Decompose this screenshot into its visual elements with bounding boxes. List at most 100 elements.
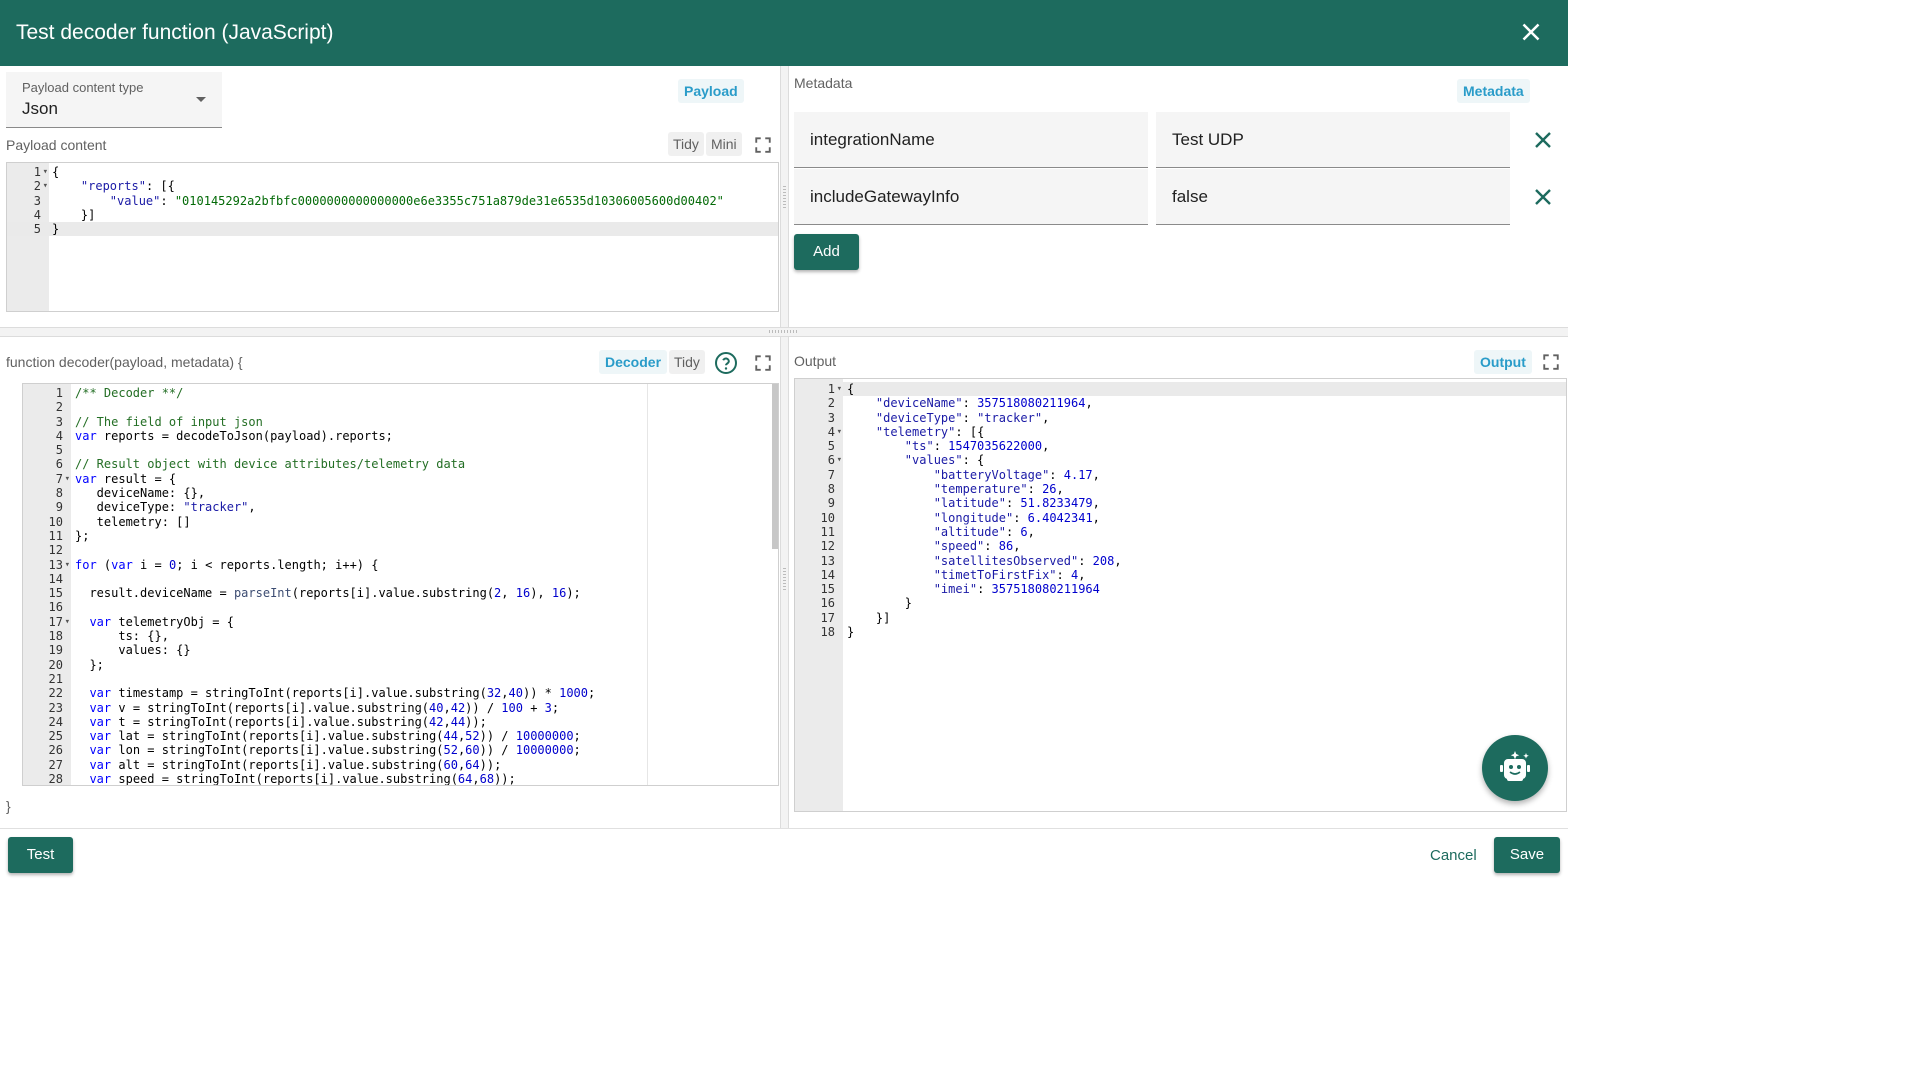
line-number: 3 bbox=[33, 193, 41, 208]
line-number: 9 bbox=[55, 500, 63, 515]
decoder-editor[interactable]: 1234567891011121314151617181920212223242… bbox=[22, 383, 779, 786]
output-editor[interactable]: 123456789101112131415161718 { "deviceNam… bbox=[794, 378, 1567, 812]
line-number: 27 bbox=[48, 757, 63, 772]
cancel-button[interactable]: Cancel bbox=[1430, 847, 1477, 864]
line-number: 5 bbox=[33, 222, 41, 237]
line-number: 22 bbox=[48, 686, 63, 701]
code-line: { bbox=[52, 165, 60, 179]
code-line: var t = stringToInt(reports[i].value.sub… bbox=[89, 714, 487, 729]
help-icon[interactable] bbox=[712, 349, 740, 377]
payload-editor[interactable]: 12345 { "reports": [{ "value": "01014529… bbox=[6, 162, 779, 312]
splitter-grip[interactable] bbox=[783, 568, 786, 592]
code-line: var lon = stringToInt(reports[i].value.s… bbox=[89, 743, 581, 758]
line-number: 8 bbox=[827, 482, 835, 497]
line-number: 12 bbox=[820, 539, 835, 554]
line-number: 16 bbox=[48, 600, 63, 615]
code-line: /** Decoder **/ bbox=[75, 386, 184, 400]
line-number: 4 bbox=[33, 207, 41, 222]
vertical-splitter[interactable] bbox=[780, 66, 789, 828]
code-line: "reports": [{ bbox=[80, 179, 175, 194]
code-line: "imei": 357518080211964 bbox=[933, 582, 1100, 597]
tidy-button[interactable]: Tidy bbox=[668, 132, 704, 156]
line-number: 2 bbox=[55, 400, 63, 415]
line-number: 3 bbox=[827, 410, 835, 425]
code-line: }] bbox=[52, 207, 96, 222]
code-line: }; bbox=[75, 528, 90, 543]
code-line: } bbox=[847, 625, 855, 640]
ai-assistant-button[interactable] bbox=[1482, 735, 1548, 801]
fullscreen-icon[interactable] bbox=[749, 131, 777, 159]
code-line: "ts": 1547035622000, bbox=[904, 439, 1050, 454]
line-number: 17 bbox=[820, 610, 835, 625]
line-number: 7 bbox=[23, 472, 71, 487]
code-line: "value": "010145292a2bfbfc00000000000000… bbox=[109, 193, 724, 208]
line-number: 21 bbox=[48, 671, 63, 686]
metadata-key-input[interactable]: integrationName bbox=[794, 112, 1148, 168]
code-line: var reports = decodeToJson(payload).repo… bbox=[75, 428, 393, 443]
line-number: 13 bbox=[820, 553, 835, 568]
line-number: 2 bbox=[827, 396, 835, 411]
line-number: 19 bbox=[48, 643, 63, 658]
line-number: 13 bbox=[23, 558, 71, 573]
code-line: var result = { bbox=[75, 471, 177, 486]
line-number: 5 bbox=[827, 439, 835, 454]
mini-button[interactable]: Mini bbox=[706, 132, 742, 156]
splitter-grip[interactable] bbox=[783, 186, 786, 210]
test-button[interactable]: Test bbox=[8, 837, 73, 873]
metadata-value-input[interactable]: Test UDP bbox=[1156, 112, 1510, 168]
line-number: 17 bbox=[23, 615, 71, 630]
code-line: "latitude": 51.8233479, bbox=[933, 496, 1100, 511]
editor-scrollbar[interactable] bbox=[772, 384, 778, 549]
add-metadata-button[interactable]: Add bbox=[794, 234, 859, 270]
line-number: 23 bbox=[48, 700, 63, 715]
splitter-grip[interactable] bbox=[769, 330, 799, 333]
code-line: "timetToFirstFix": 4, bbox=[933, 567, 1086, 582]
fullscreen-icon[interactable] bbox=[749, 349, 777, 377]
code-line: } bbox=[52, 222, 60, 237]
code-line: }] bbox=[847, 610, 891, 625]
code-line: values: {} bbox=[75, 643, 191, 658]
metadata-value-input[interactable]: false bbox=[1156, 169, 1510, 225]
line-number: 1 bbox=[55, 386, 63, 400]
code-line: var lat = stringToInt(reports[i].value.s… bbox=[89, 729, 581, 744]
line-number: 14 bbox=[48, 571, 63, 586]
payload-chip: Payload bbox=[678, 79, 744, 103]
delete-icon[interactable] bbox=[1531, 128, 1555, 152]
line-number: 8 bbox=[55, 486, 63, 501]
delete-icon[interactable] bbox=[1531, 185, 1555, 209]
chevron-down-icon bbox=[196, 97, 206, 102]
code-line: var v = stringToInt(reports[i].value.sub… bbox=[89, 700, 560, 715]
line-number: 10 bbox=[48, 514, 63, 529]
code-line: var timestamp = stringToInt(reports[i].v… bbox=[89, 686, 596, 701]
decoder-code[interactable]: /** Decoder **/ // The field of input js… bbox=[75, 384, 596, 786]
line-number: 24 bbox=[48, 714, 63, 729]
payload-content-type-select[interactable]: Payload content type Json bbox=[6, 72, 222, 128]
code-line: "longitude": 6.4042341, bbox=[933, 510, 1100, 525]
code-line: deviceName: {}, bbox=[75, 486, 206, 501]
code-line: "telemetry": [{ bbox=[875, 424, 985, 439]
close-icon[interactable] bbox=[1516, 17, 1548, 49]
code-line: "deviceName": 357518080211964, bbox=[875, 396, 1093, 411]
line-number: 28 bbox=[48, 772, 63, 786]
save-button[interactable]: Save bbox=[1494, 837, 1560, 873]
fullscreen-icon[interactable] bbox=[1537, 348, 1565, 376]
code-line: // The field of input json bbox=[75, 414, 263, 429]
code-line: "speed": 86, bbox=[933, 539, 1021, 554]
line-number: 4 bbox=[795, 425, 843, 440]
code-line: var speed = stringToInt(reports[i].value… bbox=[89, 772, 516, 786]
line-number: 18 bbox=[820, 625, 835, 640]
code-line: ts: {}, bbox=[75, 629, 169, 644]
tidy-button[interactable]: Tidy bbox=[669, 350, 705, 374]
output-code[interactable]: { "deviceName": 357518080211964, "device… bbox=[847, 379, 1122, 639]
payload-content-label: Payload content bbox=[6, 137, 107, 153]
print-margin bbox=[647, 384, 648, 785]
decoder-chip: Decoder bbox=[599, 350, 668, 374]
payload-code[interactable]: { "reports": [{ "value": "010145292a2bfb… bbox=[52, 163, 724, 236]
line-number: 12 bbox=[48, 543, 63, 558]
metadata-key-input[interactable]: includeGatewayInfo bbox=[794, 169, 1148, 225]
line-number: 9 bbox=[827, 496, 835, 511]
